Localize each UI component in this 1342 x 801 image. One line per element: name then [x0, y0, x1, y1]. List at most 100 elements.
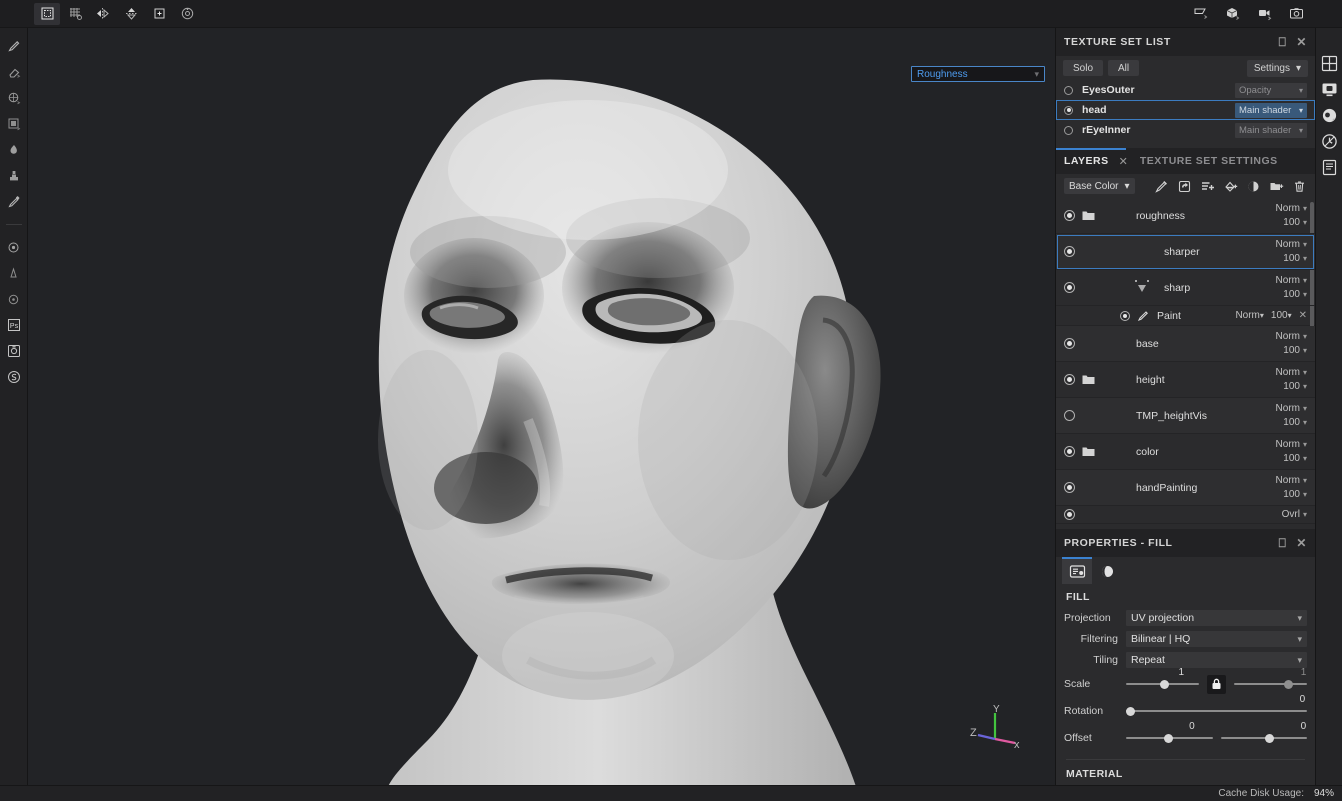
tab-layers[interactable]: LAYERS — [1064, 155, 1117, 167]
layer-visibility-toggle-icon[interactable] — [1064, 482, 1075, 493]
screenshot-icon[interactable] — [1284, 3, 1310, 25]
layer-opacity[interactable]: 100 ▾ — [1283, 381, 1307, 392]
all-button[interactable]: All — [1108, 60, 1140, 76]
layer-opacity[interactable]: 100 ▾ — [1283, 217, 1307, 228]
layer-blend-mode[interactable]: Ovrl ▾ — [1282, 509, 1307, 520]
radio-icon[interactable] — [1064, 105, 1073, 115]
layer-row[interactable]: sharper Norm ▾ 100 ▾ — [1056, 234, 1315, 270]
photoshop-icon[interactable]: Ps — [2, 313, 26, 337]
layer-row[interactable]: handPainting Norm ▾ 100 ▾ — [1056, 470, 1315, 506]
layer-row[interactable]: roughness Norm ▾ 100 ▾ — [1056, 198, 1315, 234]
layer-opacity[interactable]: 100 ▾ — [1283, 253, 1307, 264]
layer-thumbnails[interactable] — [1102, 276, 1154, 300]
layer-row[interactable]: Ovrl ▾ — [1056, 506, 1315, 524]
filtering-select[interactable]: Bilinear | HQ ▾ — [1126, 631, 1307, 647]
layer-row[interactable]: base Norm ▾ 100 ▾ — [1056, 326, 1315, 362]
shader-dropdown[interactable]: Main shader ▾ — [1235, 102, 1307, 118]
symmetry-icon[interactable] — [90, 3, 116, 25]
layer-blend-mode[interactable]: Norm ▾ — [1276, 275, 1307, 286]
uv-tile-icon[interactable] — [34, 2, 60, 25]
tiling-select[interactable]: Repeat ▾ — [1126, 652, 1307, 668]
rotate-icon[interactable] — [174, 3, 200, 25]
paint-brush-icon[interactable] — [2, 34, 26, 58]
texture-set-settings-button[interactable]: Settings ▾ — [1246, 59, 1308, 77]
3d-viewport[interactable]: Roughness ▾ Y Z x — [28, 28, 1055, 785]
offset-y-slider[interactable]: 0 — [1220, 721, 1307, 748]
layer-thumbnails[interactable] — [1102, 404, 1126, 428]
layer-blend-mode[interactable]: Norm ▾ — [1276, 367, 1307, 378]
layer-thumbnails[interactable] — [1102, 476, 1126, 500]
layer-blend-mode[interactable]: Norm ▾ — [1276, 239, 1307, 250]
smudge-icon[interactable] — [2, 138, 26, 162]
delete-layer-icon[interactable] — [1291, 178, 1307, 194]
layer-opacity[interactable]: 100 ▾ — [1283, 345, 1307, 356]
cube-icon[interactable] — [1220, 3, 1246, 25]
offset-x-slider[interactable]: 0 — [1126, 721, 1213, 748]
add-adjustment-icon[interactable] — [1176, 178, 1192, 194]
shader-params-tab-icon[interactable] — [1092, 558, 1122, 584]
close-icon[interactable]: ✕ — [1296, 36, 1307, 48]
texture-set-row-eyesouter[interactable]: EyesOuter Opacity ▾ — [1056, 80, 1315, 100]
layer-opacity[interactable]: 100 ▾ — [1283, 453, 1307, 464]
material-params-tab-icon[interactable] — [1062, 558, 1092, 584]
layer-visibility-toggle-icon[interactable] — [1064, 410, 1075, 421]
radio-icon[interactable] — [1064, 85, 1073, 95]
layer-visibility-toggle-icon[interactable] — [1064, 210, 1075, 221]
mask-effect-row-paint[interactable]: Paint Norm▾ 100▾ ✕ — [1056, 306, 1315, 326]
layer-thumbnails[interactable] — [1102, 506, 1154, 523]
log-icon[interactable] — [1320, 158, 1339, 177]
layer-blend-mode[interactable]: Norm ▾ — [1276, 403, 1307, 414]
layer-visibility-toggle-icon[interactable] — [1064, 446, 1075, 457]
layer-row[interactable]: sharp Norm ▾ 100 ▾ — [1056, 270, 1315, 306]
eraser-icon[interactable] — [2, 60, 26, 84]
texture-set-row-reyeinner[interactable]: rEyeInner Main shader ▾ — [1056, 120, 1315, 140]
tab-texture-set-settings[interactable]: TEXTURE SET SETTINGS — [1140, 155, 1286, 167]
scale-x-slider[interactable]: 1 — [1126, 667, 1199, 694]
layer-thumbnails[interactable] — [1102, 332, 1126, 356]
layer-row[interactable]: height Norm ▾ 100 ▾ — [1056, 362, 1315, 398]
channel-view-dropdown[interactable]: Roughness ▾ — [911, 66, 1045, 82]
shader-settings-icon[interactable] — [1320, 106, 1339, 125]
layer-blend-mode[interactable]: Norm ▾ — [1276, 203, 1307, 214]
layer-opacity[interactable]: 100 ▾ — [1283, 489, 1307, 500]
layer-opacity[interactable]: 100 ▾ — [1283, 289, 1307, 300]
projection-icon[interactable] — [2, 86, 26, 110]
layer-visibility-toggle-icon[interactable] — [1064, 374, 1075, 385]
undock-icon[interactable]: ⎕ — [1279, 537, 1287, 549]
material-picker-icon[interactable] — [2, 190, 26, 214]
add-effect-icon[interactable] — [1153, 178, 1169, 194]
shelf-grid-icon[interactable] — [1320, 54, 1339, 73]
layers-list[interactable]: roughness Norm ▾ 100 ▾ sharper Norm ▾ 10… — [1056, 198, 1315, 529]
layer-blend-mode[interactable]: Norm ▾ — [1276, 439, 1307, 450]
layer-thumbnails[interactable] — [1102, 204, 1126, 228]
projection-select[interactable]: UV projection ▾ — [1126, 610, 1307, 626]
polygon-fill-icon[interactable] — [2, 112, 26, 136]
uv-grid-icon[interactable] — [62, 3, 88, 25]
substance-icon[interactable] — [2, 365, 26, 389]
add-folder-icon[interactable] — [1268, 178, 1284, 194]
solo-button[interactable]: Solo — [1063, 60, 1104, 76]
add-plane-icon[interactable] — [146, 3, 172, 25]
layer-row[interactable]: TMP_heightVis Norm ▾ 100 ▾ — [1056, 398, 1315, 434]
layer-opacity[interactable]: 100 ▾ — [1283, 417, 1307, 428]
flag-icon[interactable] — [1188, 3, 1214, 25]
layer-blend-mode[interactable]: Norm ▾ — [1276, 475, 1307, 486]
layer-visibility-toggle-icon[interactable] — [1064, 282, 1075, 293]
mirror-icon[interactable] — [118, 3, 144, 25]
layer-blend-mode[interactable]: Norm ▾ — [1276, 331, 1307, 342]
layer-visibility-toggle-icon[interactable] — [1064, 246, 1075, 257]
layer-thumbnails[interactable] — [1102, 368, 1126, 392]
layer-visibility-toggle-icon[interactable] — [1064, 509, 1075, 520]
layer-visibility-toggle-icon[interactable] — [1064, 338, 1075, 349]
undock-icon[interactable]: ⎕ — [1279, 36, 1287, 48]
effect-opacity[interactable]: 100▾ — [1271, 310, 1292, 321]
texture-set-row-head[interactable]: head Main shader ▾ — [1056, 100, 1315, 120]
history-icon[interactable] — [1320, 132, 1339, 151]
radio-icon[interactable] — [1064, 125, 1073, 135]
close-icon[interactable]: ✕ — [1119, 155, 1128, 168]
shader-dropdown[interactable]: Opacity ▾ — [1235, 82, 1307, 98]
layer-row[interactable]: color Norm ▾ 100 ▾ — [1056, 434, 1315, 470]
add-fill-layer-icon[interactable] — [1222, 178, 1238, 194]
baking-icon[interactable] — [2, 339, 26, 363]
add-mask-icon[interactable] — [1245, 178, 1261, 194]
